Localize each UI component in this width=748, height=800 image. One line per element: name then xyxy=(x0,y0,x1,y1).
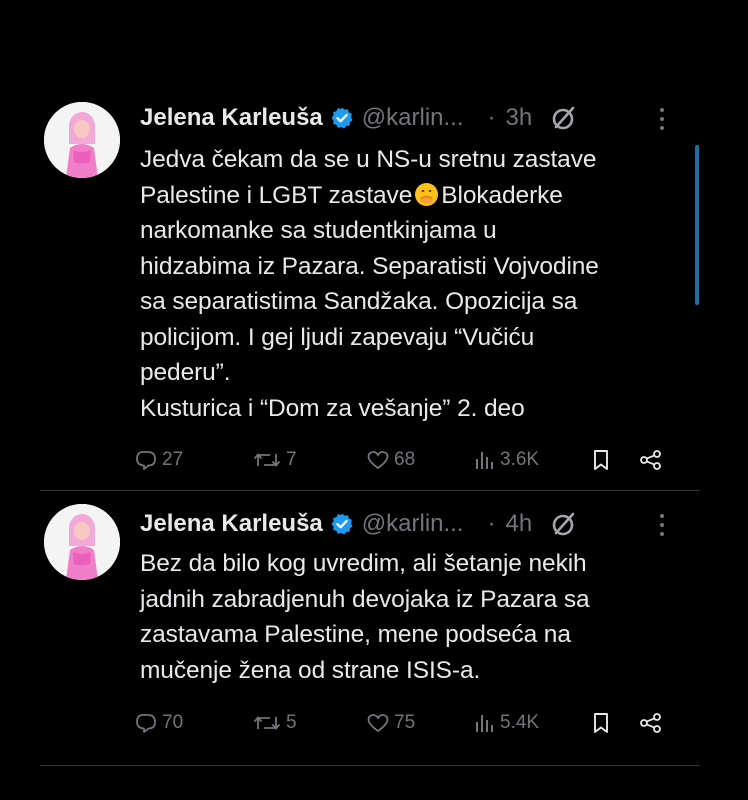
avatar[interactable] xyxy=(44,102,120,178)
tweet[interactable]: Jelena Karleuša @karlin... · 4h Bez da b… xyxy=(0,490,748,765)
like-icon xyxy=(367,714,389,733)
repost-icon xyxy=(253,453,281,467)
author-handle[interactable]: @karlin... xyxy=(362,510,464,538)
share-icon xyxy=(640,450,661,470)
tweet-header: Jelena Karleuša @karlin... · 3h xyxy=(140,98,578,138)
tweet-text-part: Blokaderke narkomanke sa studentkinjama … xyxy=(140,181,599,422)
share-button[interactable] xyxy=(638,442,664,478)
timeline: Jelena Karleuša @karlin... · 3h Jedva če… xyxy=(0,0,748,800)
bookmark-button[interactable] xyxy=(589,705,613,741)
reply-count: 70 xyxy=(162,712,184,733)
separator: · xyxy=(487,104,496,131)
reply-button[interactable]: 70 xyxy=(134,705,183,741)
bookmark-icon xyxy=(594,450,608,470)
like-count: 75 xyxy=(394,712,416,733)
share-button[interactable] xyxy=(638,705,664,741)
reply-count: 27 xyxy=(162,449,184,470)
avatar[interactable] xyxy=(44,504,120,580)
tweet-text: Bez da bilo kog uvredim, ali šetanje nek… xyxy=(140,550,590,684)
tweet-text: Jedva čekam da se u NS-u sretnu zastave … xyxy=(140,142,700,426)
views-button[interactable]: 5.4K xyxy=(474,705,539,741)
timestamp[interactable]: 4h xyxy=(506,510,533,538)
verified-badge-icon xyxy=(330,106,354,130)
face-with-hand-over-mouth-emoji xyxy=(414,182,439,207)
verified-badge-icon xyxy=(330,512,354,536)
share-icon xyxy=(640,713,661,733)
like-button[interactable]: 68 xyxy=(366,442,415,478)
repost-button[interactable]: 7 xyxy=(252,442,297,478)
repost-count: 5 xyxy=(286,712,297,733)
tweet[interactable]: Jelena Karleuša @karlin... · 3h Jedva če… xyxy=(0,90,748,488)
bookmark-button[interactable] xyxy=(589,442,613,478)
like-icon xyxy=(367,451,389,470)
more-icon[interactable] xyxy=(652,104,672,134)
views-count: 5.4K xyxy=(500,712,540,733)
grok-icon[interactable] xyxy=(550,510,578,538)
repost-icon xyxy=(253,716,281,730)
repost-count: 7 xyxy=(286,449,297,470)
reply-icon xyxy=(136,451,156,470)
bookmark-icon xyxy=(594,713,608,733)
more-icon[interactable] xyxy=(652,510,672,540)
views-icon xyxy=(476,452,493,469)
divider xyxy=(40,765,700,766)
tweet-header: Jelena Karleuša @karlin... · 4h xyxy=(140,504,578,544)
scrollbar[interactable] xyxy=(695,145,699,305)
reply-button[interactable]: 27 xyxy=(134,442,183,478)
timestamp[interactable]: 3h xyxy=(506,104,533,132)
author-name[interactable]: Jelena Karleuša xyxy=(140,510,323,538)
repost-button[interactable]: 5 xyxy=(252,705,297,741)
tweet-actions: 27 7 68 3.6K xyxy=(134,442,674,478)
separator: · xyxy=(487,510,496,537)
views-icon xyxy=(476,715,493,732)
views-button[interactable]: 3.6K xyxy=(474,442,539,478)
author-handle[interactable]: @karlin... xyxy=(362,104,464,132)
tweet-actions: 70 5 75 5.4K xyxy=(134,705,674,741)
author-name[interactable]: Jelena Karleuša xyxy=(140,104,323,132)
like-count: 68 xyxy=(394,449,416,470)
like-button[interactable]: 75 xyxy=(366,705,415,741)
views-count: 3.6K xyxy=(500,449,540,470)
reply-icon xyxy=(136,714,156,733)
grok-icon[interactable] xyxy=(550,104,578,132)
